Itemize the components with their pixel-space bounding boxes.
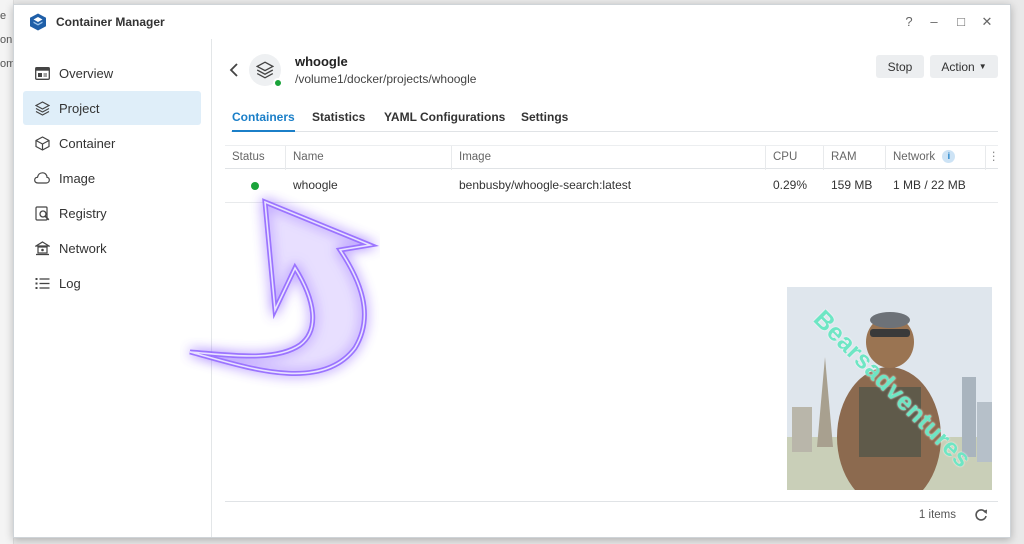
column-header-image[interactable]: Image: [452, 146, 766, 170]
info-icon[interactable]: i: [942, 150, 956, 164]
column-header-ram[interactable]: RAM: [824, 146, 886, 170]
action-button-label: Action: [941, 59, 975, 74]
items-count: 1 items: [918, 509, 956, 521]
containers-table: Status Name Image CPU RAM Network i ⋮ wh…: [225, 145, 1000, 203]
container-icon: [34, 135, 50, 151]
background-window-strip: e on om: [0, 0, 15, 544]
title-bar[interactable]: Container Manager ? – □ ✕: [14, 5, 1010, 39]
sidebar-item-overview[interactable]: Overview: [23, 56, 201, 90]
tab-yaml-configurations[interactable]: YAML Configurations: [384, 110, 505, 130]
tab-statistics[interactable]: Statistics: [312, 110, 365, 130]
sidebar-item-log[interactable]: Log: [23, 266, 201, 300]
registry-icon: [34, 205, 50, 221]
sidebar-item-label: Container: [59, 135, 116, 151]
tab-settings[interactable]: Settings: [521, 110, 568, 130]
sidebar-item-label: Log: [59, 275, 81, 291]
image-icon: [34, 170, 50, 186]
running-status-dot: [251, 182, 259, 190]
sidebar-item-label: Project: [59, 100, 100, 116]
bear-photo: Bearsadventures: [787, 287, 992, 490]
sidebar: Overview Project Container Image Registr…: [14, 39, 212, 537]
sidebar-item-label: Network: [59, 240, 107, 256]
stop-button-label: Stop: [887, 59, 913, 74]
tab-containers[interactable]: Containers: [232, 110, 295, 132]
background-text: on: [0, 34, 13, 46]
column-header-name[interactable]: Name: [286, 146, 452, 170]
action-button[interactable]: Action ▼: [930, 55, 998, 78]
column-options-icon[interactable]: ⋮: [986, 146, 1000, 170]
column-header-network[interactable]: Network i: [886, 146, 986, 170]
overview-icon: [34, 65, 50, 81]
help-icon[interactable]: ?: [900, 14, 918, 30]
minimize-icon[interactable]: –: [925, 14, 943, 30]
cell-network: 1 MB / 22 MB: [893, 178, 966, 192]
column-header-status[interactable]: Status: [225, 146, 286, 170]
container-manager-logo-icon: [30, 13, 46, 31]
table-header: Status Name Image CPU RAM Network i ⋮: [225, 145, 1000, 170]
sidebar-item-label: Overview: [59, 65, 114, 81]
sidebar-item-label: Registry: [59, 205, 107, 221]
network-icon: [34, 240, 50, 256]
cell-name: whoogle: [293, 178, 338, 192]
back-arrow-icon[interactable]: [227, 61, 241, 79]
cell-ram: 159 MB: [831, 178, 873, 192]
sidebar-item-container[interactable]: Container: [23, 126, 201, 160]
sidebar-item-network[interactable]: Network: [23, 231, 201, 265]
maximize-icon[interactable]: □: [952, 14, 970, 30]
caret-down-icon: ▼: [978, 62, 987, 71]
refresh-icon[interactable]: [974, 508, 988, 522]
sidebar-item-project[interactable]: Project: [23, 91, 201, 125]
stop-button[interactable]: Stop: [876, 55, 924, 78]
project-icon: [34, 100, 50, 116]
column-header-network-label: Network: [893, 151, 936, 163]
table-footer: 1 items: [225, 501, 998, 527]
close-icon[interactable]: ✕: [978, 14, 996, 30]
cell-cpu: 0.29%: [773, 178, 808, 192]
app-title: Container Manager: [56, 15, 165, 29]
sidebar-item-image[interactable]: Image: [23, 161, 201, 195]
sidebar-item-label: Image: [59, 170, 96, 186]
cell-image: benbusby/whoogle-search:latest: [459, 178, 632, 192]
background-text: e: [0, 10, 7, 22]
table-row[interactable]: whoogle benbusby/whoogle-search:latest 0…: [225, 169, 998, 203]
tab-bar: Containers Statistics YAML Configuration…: [231, 105, 998, 132]
project-status-dot: [273, 78, 283, 88]
project-name: whoogle: [295, 54, 348, 69]
sidebar-item-registry[interactable]: Registry: [23, 196, 201, 230]
project-layers-icon: [256, 61, 274, 79]
column-header-cpu[interactable]: CPU: [766, 146, 824, 170]
log-icon: [34, 275, 50, 291]
project-path: /volume1/docker/projects/whoogle: [295, 72, 477, 86]
